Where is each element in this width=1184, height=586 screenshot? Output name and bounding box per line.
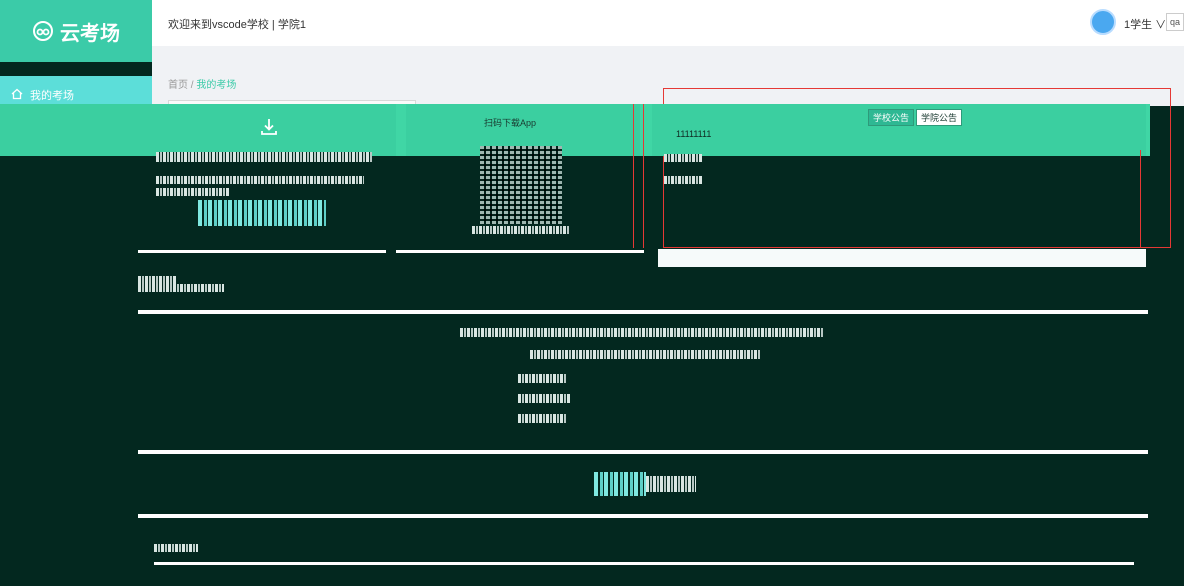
section-divider bbox=[138, 450, 1148, 454]
download-text-glitch bbox=[156, 176, 364, 184]
top-header: 欢迎来到vscode学校 | 学院1 1学生 ∨ qa bbox=[152, 0, 1184, 46]
cloud-logo-icon bbox=[33, 21, 53, 41]
exam-info-glitch bbox=[518, 374, 566, 383]
notice-text-glitch bbox=[664, 154, 702, 162]
qr-title: 扫码下载App bbox=[483, 118, 536, 128]
download-button[interactable] bbox=[198, 200, 326, 226]
exam-info-glitch bbox=[530, 350, 760, 359]
exam-info-glitch bbox=[518, 394, 570, 403]
footer-line bbox=[154, 562, 1134, 565]
tab-school-notice[interactable]: 学校公告 bbox=[868, 109, 915, 126]
start-exam-button[interactable] bbox=[594, 472, 646, 496]
notice-footer-bar bbox=[658, 249, 1146, 267]
breadcrumb: 首页 / 我的考场 bbox=[168, 76, 236, 91]
card-bottom-line bbox=[138, 250, 386, 253]
exam-info-glitch bbox=[460, 328, 824, 337]
user-menu[interactable]: 1学生 ∨ bbox=[1124, 16, 1166, 32]
panel-edge bbox=[643, 104, 644, 248]
qr-code-image bbox=[480, 146, 562, 224]
qr-caption-glitch bbox=[472, 226, 570, 234]
app-logo[interactable]: 云考场 bbox=[0, 0, 152, 62]
action-button-glitch[interactable] bbox=[646, 476, 696, 492]
notice-tabs: 学校公告 学院公告 bbox=[868, 109, 963, 126]
download-text-glitch bbox=[156, 188, 230, 196]
welcome-text: 欢迎来到vscode学校 | 学院1 bbox=[168, 19, 306, 31]
language-switch[interactable]: qa bbox=[1166, 13, 1184, 31]
download-text-glitch bbox=[156, 152, 372, 162]
panel-edge bbox=[1140, 150, 1141, 248]
notice-content: 11111111 bbox=[676, 129, 712, 139]
sidebar-item-label: 我的考场 bbox=[30, 90, 74, 102]
section-title-glitch bbox=[138, 276, 176, 284]
breadcrumb-home[interactable]: 首页 bbox=[168, 80, 188, 91]
breadcrumb-separator: / bbox=[190, 80, 194, 91]
card-divider bbox=[1146, 104, 1150, 156]
download-icon[interactable] bbox=[258, 116, 280, 138]
footer-text-glitch bbox=[154, 544, 198, 552]
sidebar: 云考场 我的考场 bbox=[0, 0, 152, 586]
home-icon bbox=[11, 88, 23, 100]
card-row bbox=[0, 104, 1150, 156]
card-divider bbox=[396, 104, 406, 156]
tab-college-notice[interactable]: 学院公告 bbox=[916, 109, 963, 126]
section-divider bbox=[138, 514, 1148, 518]
notice-text-glitch bbox=[664, 176, 702, 184]
card-divider bbox=[640, 104, 652, 156]
section-title-glitch bbox=[138, 284, 224, 292]
breadcrumb-current: 我的考场 bbox=[196, 80, 237, 91]
exam-info-glitch bbox=[518, 414, 566, 423]
card-bottom-line bbox=[396, 250, 644, 253]
brand-name: 云考场 bbox=[60, 22, 120, 45]
panel-edge bbox=[633, 104, 634, 248]
section-divider bbox=[138, 310, 1148, 314]
user-avatar[interactable] bbox=[1090, 9, 1116, 35]
